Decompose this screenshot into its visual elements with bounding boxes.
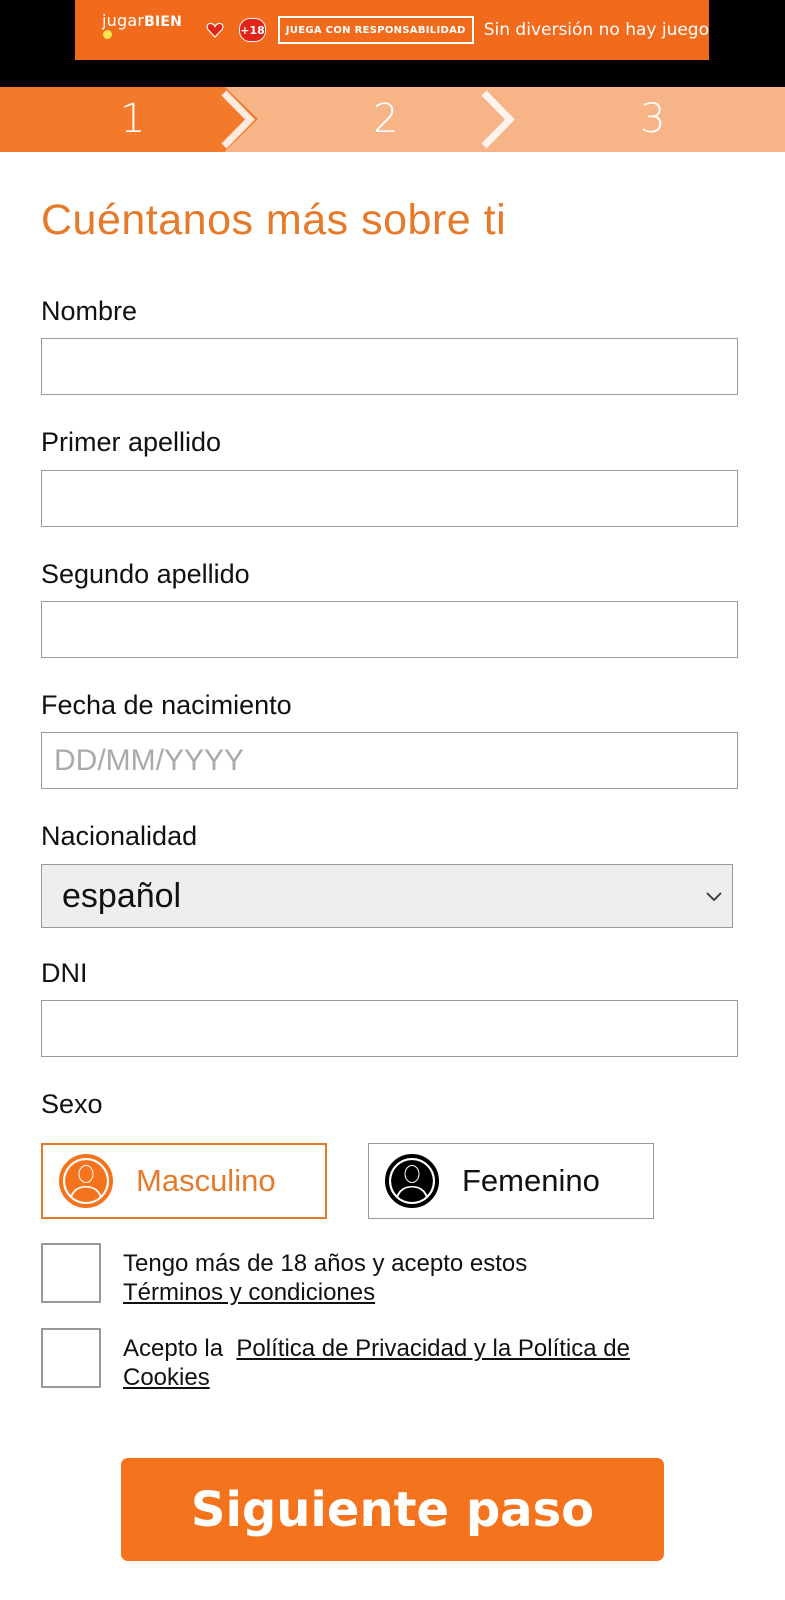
- sexo-masculino-button[interactable]: Masculino: [41, 1143, 327, 1219]
- jugarbien-logo: jugarBIEN: [102, 11, 185, 49]
- sexo-label: Sexo: [41, 1089, 103, 1119]
- privacy-text: Acepto la Política de Privacidad y la Po…: [123, 1334, 693, 1392]
- nacionalidad-label: Nacionalidad: [41, 821, 198, 851]
- terms-checkbox[interactable]: [41, 1243, 101, 1303]
- fecha-nacimiento-input[interactable]: [41, 732, 738, 789]
- sexo-masculino-label: Masculino: [136, 1163, 276, 1198]
- terms-label: Tengo más de 18 años y acepto estos: [123, 1250, 528, 1277]
- page-title: Cuéntanos más sobre ti: [41, 196, 507, 244]
- responsible-label: JUEGA CON RESPONSABILIDAD: [277, 16, 474, 44]
- top-bar: jugarBIEN +18 JUEGA CON RESPONSABILIDAD …: [0, 0, 785, 87]
- step-1: 1: [120, 96, 146, 142]
- next-step-button[interactable]: Siguiente paso: [121, 1458, 664, 1561]
- nacionalidad-select[interactable]: español: [41, 864, 733, 928]
- fecha-nacimiento-label: Fecha de nacimiento: [41, 690, 292, 720]
- privacy-checkbox[interactable]: [41, 1328, 101, 1388]
- primer-apellido-input[interactable]: [41, 470, 738, 527]
- step-2: 2: [373, 96, 399, 142]
- heart-hand-icon: [205, 19, 225, 41]
- age-18-badge: +18: [239, 18, 266, 42]
- chevron-right-icon: [481, 90, 515, 149]
- dni-label: DNI: [41, 958, 88, 988]
- responsible-gaming-banner: jugarBIEN +18 JUEGA CON RESPONSABILIDAD …: [75, 0, 709, 60]
- sexo-femenino-label: Femenino: [462, 1163, 600, 1198]
- active-step-background: [0, 87, 258, 152]
- dni-input[interactable]: [41, 1000, 738, 1057]
- primer-apellido-label: Primer apellido: [41, 427, 222, 457]
- terms-link[interactable]: Términos y condiciones: [123, 1279, 375, 1306]
- user-icon: [59, 1154, 113, 1208]
- user-icon: [385, 1154, 439, 1208]
- chevron-down-icon: [706, 892, 722, 902]
- chevron-right-icon: [221, 90, 255, 149]
- privacy-label: Acepto la: [123, 1335, 224, 1362]
- segundo-apellido-label: Segundo apellido: [41, 559, 250, 589]
- step-indicator: 1 2 3: [0, 87, 785, 152]
- nacionalidad-value: español: [62, 876, 182, 915]
- nombre-label: Nombre: [41, 296, 138, 326]
- sexo-femenino-button[interactable]: Femenino: [368, 1143, 654, 1219]
- step-3: 3: [640, 96, 666, 142]
- nombre-input[interactable]: [41, 338, 738, 395]
- terms-text: Tengo más de 18 años y acepto estos Térm…: [123, 1249, 723, 1307]
- slogan: Sin diversión no hay juego: [483, 20, 709, 40]
- segundo-apellido-input[interactable]: [41, 601, 738, 658]
